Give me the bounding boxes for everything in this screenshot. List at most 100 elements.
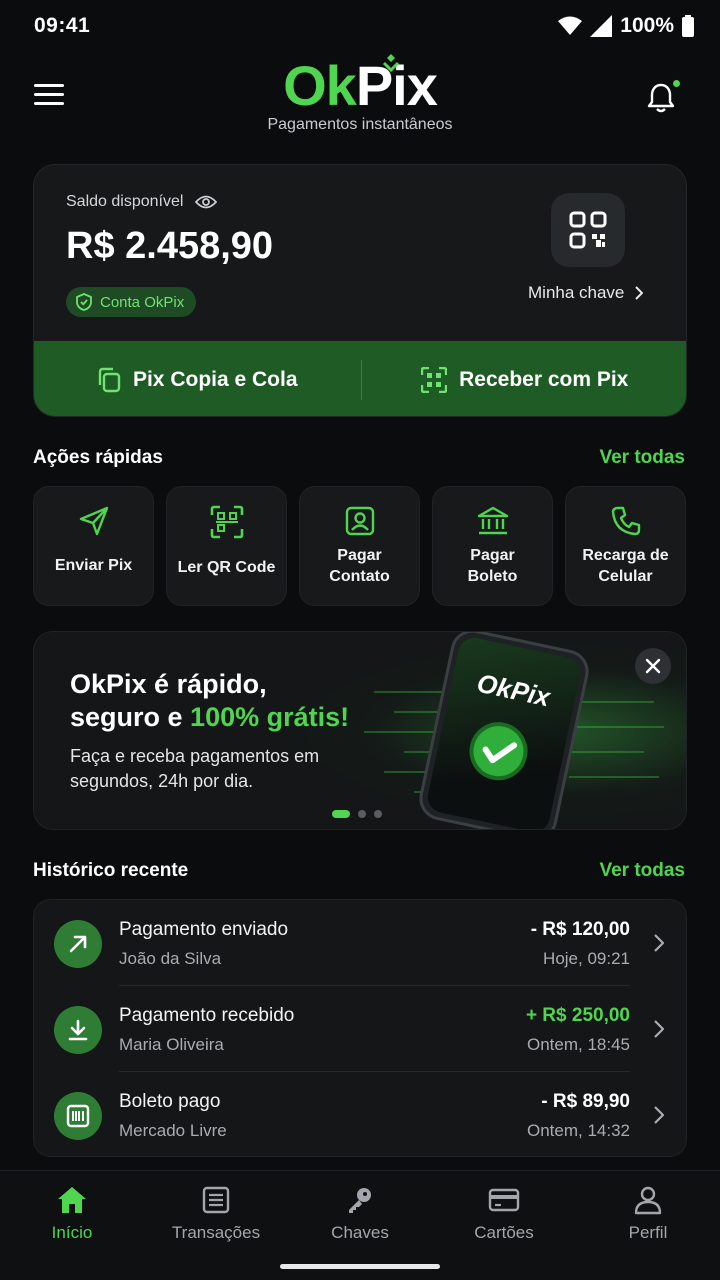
logo-ok: Ok: [283, 54, 357, 117]
transaction-row[interactable]: Pagamento enviado João da Silva - R$ 120…: [34, 900, 688, 986]
home-indicator: [280, 1264, 440, 1269]
bank-icon: [477, 506, 508, 535]
user-icon: [634, 1186, 662, 1215]
pagination-dot-active[interactable]: [332, 810, 350, 818]
quick-action-pay-contact[interactable]: Pagar Contato: [299, 486, 420, 606]
quick-action-label: Ler QR Code: [177, 559, 276, 576]
close-icon: [645, 658, 661, 674]
my-key-link[interactable]: Minha chave: [528, 283, 644, 303]
quick-action-phone-recharge[interactable]: Recarga de Celular: [565, 486, 686, 606]
quick-action-read-qr[interactable]: Ler QR Code: [166, 486, 287, 606]
receive-pix-label: Receber com Pix: [459, 367, 629, 391]
copy-icon: [98, 367, 121, 392]
quick-actions-title: Ações rápidas: [33, 447, 163, 468]
battery-icon: [682, 15, 694, 37]
label-line-2: Celular: [598, 568, 653, 585]
logo-subtitle: Pagamentos instantâneos: [267, 116, 453, 133]
logo-wordmark: OkPix: [283, 54, 438, 118]
quick-action-label: Pagar Contato: [329, 545, 389, 587]
barcode-icon: [66, 1104, 90, 1128]
arrow-up-right-icon: [69, 935, 87, 953]
transaction-title: Pagamento recebido: [119, 1005, 295, 1026]
nav-label: Transações: [171, 1223, 261, 1242]
notifications-button[interactable]: [644, 78, 682, 114]
nav-label: Perfil: [628, 1223, 668, 1242]
history-see-all[interactable]: Ver todas: [599, 860, 685, 882]
battery-percent: 100%: [620, 14, 674, 37]
balance-label-row: Saldo disponível: [66, 193, 218, 211]
my-key-qr-button[interactable]: [551, 193, 625, 267]
transaction-amount: - R$ 120,00: [530, 919, 630, 940]
key-icon: [349, 1188, 371, 1213]
balance-value: R$ 2.458,90: [66, 225, 274, 267]
pagination-dot[interactable]: [374, 810, 382, 818]
quick-action-send-pix[interactable]: Enviar Pix: [33, 486, 154, 606]
promo-text: Faça e receba pagamentos em segundos, 24…: [70, 746, 320, 791]
download-icon: [68, 1019, 88, 1041]
shield-check-icon: [76, 293, 92, 311]
notification-dot: [671, 78, 682, 89]
eye-icon[interactable]: [195, 194, 218, 210]
my-key-label: Minha chave: [528, 283, 625, 302]
card-icon: [488, 1188, 520, 1212]
logo-diamond-icon: [382, 54, 399, 72]
promo-title-highlight: 100% grátis!: [190, 702, 350, 732]
promo-close-button[interactable]: [635, 648, 671, 684]
chevron-right-icon: [635, 286, 644, 300]
quick-actions-row: Enviar Pix Ler QR Code Pagar Contato Paga…: [33, 486, 687, 606]
transaction-time: Hoje, 09:21: [543, 949, 630, 968]
transaction-counterparty: Maria Oliveira: [119, 1035, 224, 1054]
label-line-1: Recarga de: [582, 547, 669, 564]
nav-profile[interactable]: Perfil: [576, 1171, 720, 1280]
quick-action-label: Recarga de Celular: [582, 545, 668, 587]
send-icon: [79, 506, 108, 536]
qr-scan-icon: [210, 505, 243, 539]
transaction-title: Pagamento enviado: [119, 919, 289, 940]
quick-actions-see-all[interactable]: Ver todas: [599, 447, 685, 469]
quick-action-pay-boleto[interactable]: Pagar Boleto: [432, 486, 553, 606]
quick-action-label: Pagar Boleto: [468, 545, 518, 587]
nav-cards[interactable]: Cartões: [432, 1171, 576, 1280]
promo-pagination: [332, 810, 382, 818]
promo-title-line2: seguro e: [70, 702, 191, 732]
pagination-dot[interactable]: [358, 810, 366, 818]
wifi-icon: [558, 16, 583, 35]
transaction-row[interactable]: Boleto pago Mercado Livre - R$ 89,90 Ont…: [34, 1072, 688, 1158]
qr-code-icon: [569, 211, 607, 249]
quick-action-label: Enviar Pix: [54, 557, 133, 574]
home-icon: [58, 1187, 86, 1213]
promo-title-line1: OkPix é rápido,: [70, 669, 267, 699]
transaction-amount: + R$ 250,00: [525, 1005, 630, 1026]
transaction-time: Ontem, 18:45: [526, 1035, 630, 1054]
transaction-icon: [54, 1006, 102, 1054]
chevron-right-icon: [654, 1020, 664, 1038]
history-title: Histórico recente: [33, 860, 189, 881]
transaction-counterparty: João da Silva: [119, 949, 222, 968]
receive-pix-button[interactable]: Receber com Pix: [362, 341, 687, 416]
account-badge: Conta OkPix: [66, 287, 197, 317]
transaction-icon: [54, 920, 102, 968]
check-circle-icon: [469, 722, 528, 781]
contact-icon: [345, 506, 374, 536]
transaction-time: Ontem, 14:32: [526, 1121, 630, 1140]
phone-icon: [611, 506, 640, 536]
status-time: 09:41: [34, 14, 91, 37]
label-line-2: Boleto: [467, 568, 518, 585]
label-line-2: Contato: [329, 568, 390, 585]
promo-banner[interactable]: OkPix OkPix é rápido, seguro e 100% grát…: [33, 631, 687, 830]
pix-copy-paste-label: Pix Copia e Cola: [132, 367, 298, 391]
transaction-title: Boleto pago: [119, 1091, 221, 1112]
nav-label: Cartões: [474, 1223, 534, 1242]
history-list: Pagamento enviado João da Silva - R$ 120…: [33, 899, 687, 1157]
transaction-row[interactable]: Pagamento recebido Maria Oliveira + R$ 2…: [34, 986, 688, 1072]
promo-title: OkPix é rápido, seguro e 100% grátis!: [70, 668, 370, 734]
nav-transactions[interactable]: Transações: [144, 1171, 288, 1280]
account-badge-label: Conta OkPix: [100, 293, 185, 311]
chevron-right-icon: [654, 1106, 664, 1124]
app-logo: OkPix Pagamentos instantâneos: [0, 54, 720, 134]
balance-actions-bar: Pix Copia e Cola Receber com Pix: [34, 341, 687, 416]
label-line-1: Pagar: [470, 547, 515, 564]
nav-home[interactable]: Início: [0, 1171, 144, 1280]
pix-copy-paste-button[interactable]: Pix Copia e Cola: [34, 341, 361, 416]
transaction-amount: - R$ 89,90: [541, 1091, 630, 1112]
